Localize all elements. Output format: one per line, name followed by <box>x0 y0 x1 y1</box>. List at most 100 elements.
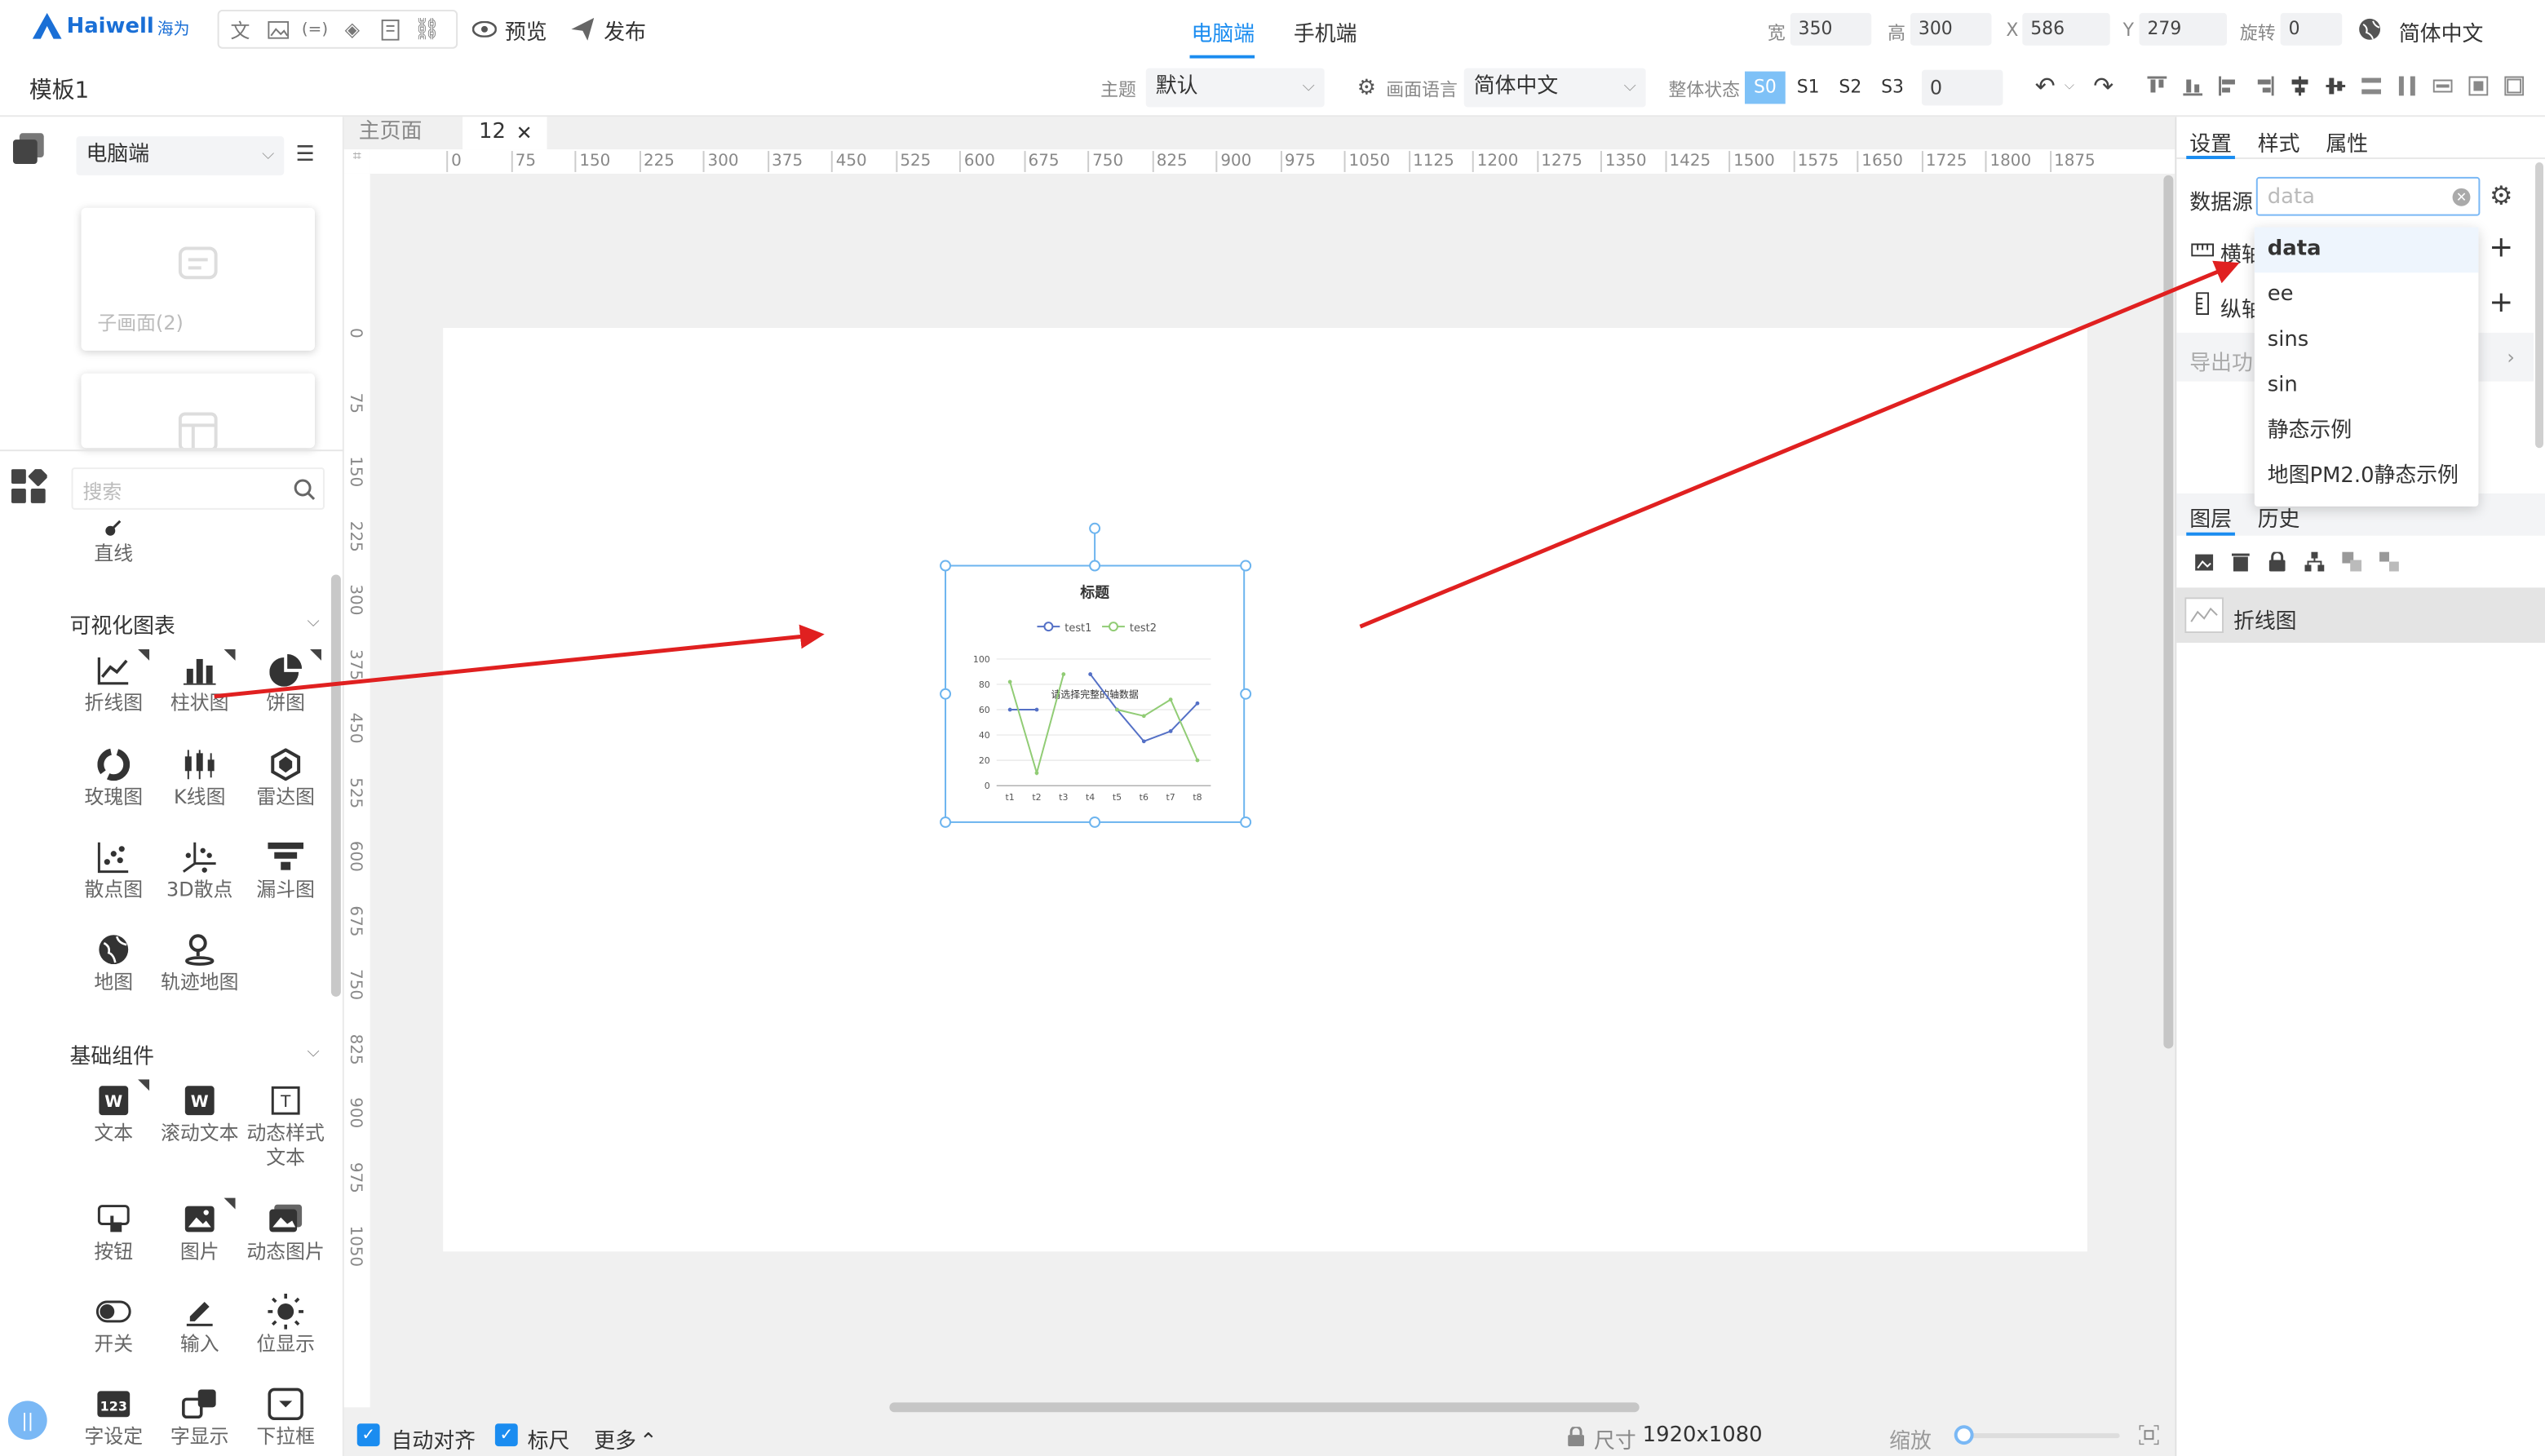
layers-icon[interactable]: ◈ <box>339 16 365 42</box>
components-icon[interactable] <box>10 467 49 507</box>
chevron-right-icon[interactable]: › <box>2501 344 2521 370</box>
resize-handle-w[interactable] <box>940 688 952 700</box>
language-select[interactable]: 简体中文 <box>2399 16 2484 47</box>
dropdown-item-ee[interactable]: ee <box>2255 272 2479 318</box>
chevron-down-icon[interactable]: ⌵ <box>302 610 325 633</box>
canvas-h-scrollbar[interactable] <box>889 1402 1640 1413</box>
chevron-down-icon[interactable]: ⌵ <box>302 1041 325 1064</box>
tab-main-page[interactable]: 主页面 <box>344 117 461 149</box>
globe-icon[interactable] <box>2357 16 2383 42</box>
same-size-icon[interactable] <box>2503 75 2525 98</box>
align-center-v-icon[interactable] <box>2324 75 2347 98</box>
component-rose-chart[interactable]: 玫瑰图 <box>72 743 156 810</box>
resize-handle-nw[interactable] <box>940 560 952 572</box>
tab-layers[interactable]: 图层 <box>2189 502 2232 533</box>
resize-handle-n[interactable] <box>1089 560 1101 572</box>
component-funnel-chart[interactable]: 漏斗图 <box>243 836 327 903</box>
design-canvas-page[interactable] <box>443 327 2087 1252</box>
close-icon[interactable]: ✕ <box>516 117 533 149</box>
chevron-down-icon[interactable]: ⌵ <box>2061 73 2078 100</box>
fit-screen-icon[interactable] <box>2138 1423 2161 1446</box>
component-scatter-chart[interactable]: 散点图 <box>72 836 156 903</box>
component-input[interactable]: 输入 <box>157 1290 241 1357</box>
subpage-thumbnail[interactable]: 子画面(2) <box>81 207 316 351</box>
state-value-input[interactable]: 0 <box>1921 69 2003 106</box>
canvas-v-scrollbar[interactable] <box>2163 175 2174 1049</box>
dropdown-item-sins[interactable]: sins <box>2255 318 2479 364</box>
lock-icon[interactable] <box>2266 551 2289 573</box>
state-s1-button[interactable]: S1 <box>1789 72 1828 104</box>
left-scrollbar[interactable] <box>330 574 341 997</box>
tab-style[interactable]: 样式 <box>2258 126 2300 157</box>
document-icon[interactable] <box>377 16 403 42</box>
publish-button[interactable]: 发布 <box>604 15 646 46</box>
dropdown-item-sin[interactable]: sin <box>2255 364 2479 409</box>
component-word-display[interactable]: 字显示 <box>157 1383 241 1449</box>
chart-widget[interactable]: 标题 test1 test2 0 20 40 60 80 100 t1 t2 t3 t4 t5 t6 t7 t8… <box>945 564 1246 823</box>
align-left-icon[interactable] <box>2217 75 2240 98</box>
pages-icon[interactable] <box>11 131 47 167</box>
undo-icon[interactable]: ↶ <box>2032 72 2058 101</box>
same-height-icon[interactable] <box>2467 75 2490 98</box>
component-dropdown[interactable]: 下拉框 <box>243 1383 327 1449</box>
add-icon[interactable]: + <box>2488 285 2514 319</box>
width-input[interactable]: 350 <box>1790 12 1872 46</box>
ungroup-icon[interactable] <box>2378 551 2401 573</box>
translate-icon[interactable]: 文 <box>228 16 254 42</box>
auto-align-checkbox[interactable]: ✓ <box>356 1423 380 1447</box>
component-search-input[interactable]: 搜索 <box>71 467 325 510</box>
state-s2-button[interactable]: S2 <box>1830 72 1870 104</box>
image-icon[interactable] <box>264 16 290 42</box>
resize-handle-se[interactable] <box>1240 816 1252 828</box>
link-icon[interactable]: ⛓ <box>414 16 440 42</box>
layer-row[interactable] <box>2176 587 2545 644</box>
dropdown-item-map-pm25[interactable]: 地图PM2.0静态示例 <box>2255 454 2479 500</box>
component-switch[interactable]: 开关 <box>72 1290 156 1357</box>
component-bit-display[interactable]: 位显示 <box>243 1290 327 1357</box>
datasource-input[interactable]: data ✕ <box>2255 176 2481 216</box>
send-icon[interactable] <box>569 16 595 42</box>
component-dynamic-text[interactable]: T 动态样式文本 <box>243 1079 327 1170</box>
component-radar-chart[interactable]: 雷达图 <box>243 743 327 810</box>
height-input[interactable]: 300 <box>1910 12 1992 46</box>
component-scroll-text[interactable]: W 滚动文本 <box>157 1079 241 1146</box>
right-scrollbar[interactable] <box>2535 162 2544 449</box>
device-select[interactable]: 电脑端 ⌵ <box>76 136 285 175</box>
gear-icon[interactable]: ⚙ <box>2486 179 2516 210</box>
group-icon[interactable] <box>2340 551 2363 573</box>
component-map[interactable]: 地图 <box>72 928 156 995</box>
state-s3-button[interactable]: S3 <box>1873 72 1912 104</box>
add-icon[interactable]: + <box>2488 230 2514 264</box>
tab-settings[interactable]: 设置 <box>2189 126 2232 157</box>
screen-language-select[interactable]: 简体中文 ⌵ <box>1463 68 1646 108</box>
hierarchy-icon[interactable] <box>2304 551 2326 573</box>
align-right-icon[interactable] <box>2253 75 2276 98</box>
align-top-icon[interactable] <box>2146 75 2169 98</box>
subpage-thumbnail-2[interactable] <box>81 373 316 449</box>
align-bottom-icon[interactable] <box>2181 75 2204 98</box>
component-dynamic-image[interactable]: 动态图片 <box>243 1198 327 1265</box>
redo-icon[interactable]: ↷ <box>2091 72 2117 101</box>
distribute-v-icon[interactable] <box>2360 75 2383 98</box>
zoom-slider-thumb[interactable] <box>1954 1425 1974 1445</box>
x-input[interactable]: 586 <box>2022 12 2110 46</box>
component-word-set[interactable]: 123 字设定 <box>72 1383 156 1449</box>
theme-select[interactable]: 默认 ⌵ <box>1145 68 1325 108</box>
dropdown-item-data[interactable]: data <box>2254 227 2479 273</box>
list-menu-icon[interactable]: ☰ <box>292 141 318 167</box>
more-button[interactable]: 更多 ⌃ <box>594 1423 657 1454</box>
trash-icon[interactable] <box>2229 551 2251 573</box>
zoom-slider-track[interactable] <box>1957 1433 2120 1439</box>
tab-desktop[interactable]: 电脑端 <box>1192 16 1255 47</box>
resize-handle-e[interactable] <box>1240 688 1252 700</box>
resize-handle-ne[interactable] <box>1240 560 1252 572</box>
component-line[interactable]: 直线 <box>72 513 156 567</box>
distribute-h-icon[interactable] <box>2396 75 2419 98</box>
resize-handle-s[interactable] <box>1089 816 1101 828</box>
component-kline-chart[interactable]: K线图 <box>157 743 241 810</box>
ruler-checkbox[interactable]: ✓ <box>494 1423 518 1447</box>
variable-icon[interactable]: (=) <box>302 16 328 42</box>
component-button[interactable]: 按钮 <box>72 1198 156 1265</box>
tab-page-12[interactable]: 12 ✕ <box>463 117 547 150</box>
rotate-input[interactable]: 0 <box>2280 12 2343 46</box>
